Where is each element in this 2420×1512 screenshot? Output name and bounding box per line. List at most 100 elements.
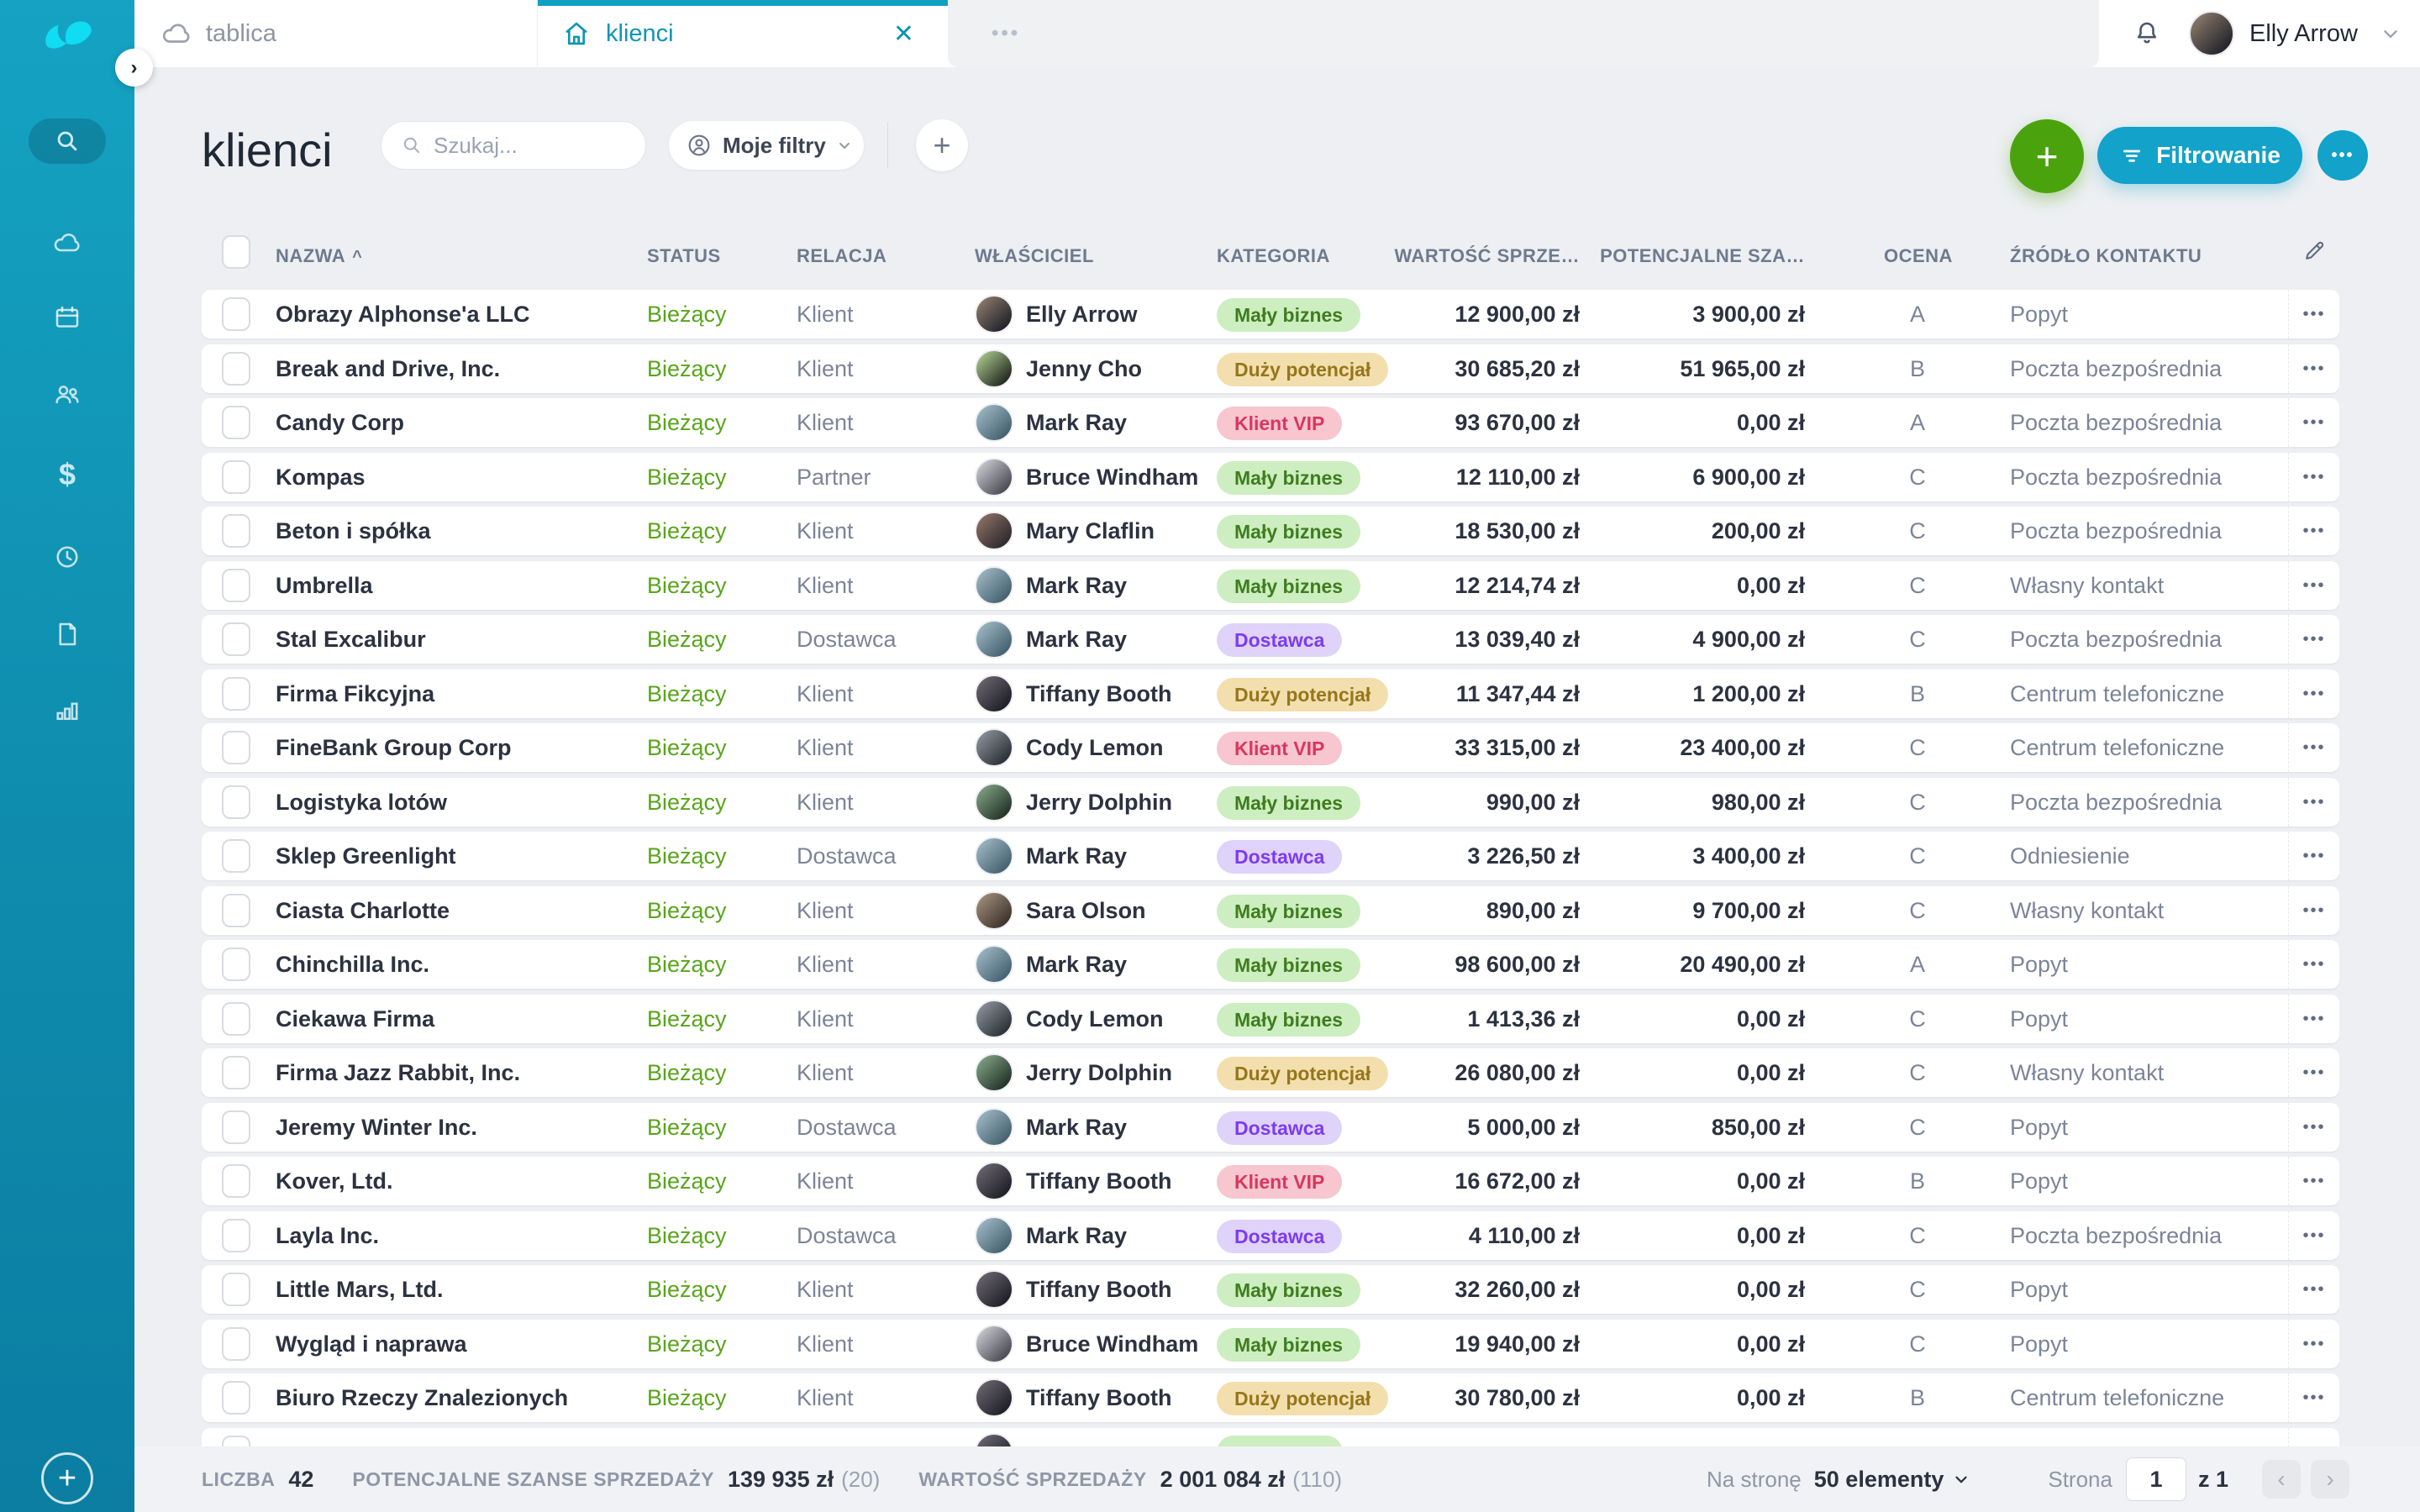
table-row[interactable]: Firma Jazz Rabbit, Inc.BieżącyKlientJerr… <box>202 1048 2339 1097</box>
next-page-button[interactable]: › <box>2311 1460 2349 1499</box>
row-menu-button[interactable]: ••• <box>2289 561 2339 610</box>
sidebar-item-calendar[interactable] <box>0 297 134 338</box>
client-name[interactable]: Break and Drive, Inc. <box>276 344 637 393</box>
row-menu-button[interactable]: ••• <box>2289 1103 2339 1152</box>
column-header-ocena[interactable]: OCENA <box>1884 245 1951 267</box>
column-header-relacja[interactable]: RELACJA <box>797 245 886 267</box>
row-menu-button[interactable]: ••• <box>2289 1373 2339 1422</box>
client-name[interactable]: Obrazy Alphonse'a LLC <box>276 290 637 339</box>
page-number-input[interactable] <box>2126 1457 2186 1501</box>
sidebar-add-button[interactable]: + <box>41 1452 93 1504</box>
row-checkbox[interactable] <box>222 1436 250 1447</box>
more-actions-button[interactable]: ••• <box>2317 130 2368 181</box>
row-checkbox[interactable] <box>222 622 250 656</box>
my-filters-button[interactable]: Moje filtry <box>669 121 864 170</box>
close-icon[interactable]: ✕ <box>893 19 914 49</box>
row-checkbox[interactable] <box>222 948 250 981</box>
add-client-button[interactable]: + <box>2010 119 2084 193</box>
row-menu-button[interactable]: ••• <box>2289 832 2339 880</box>
row-checkbox[interactable] <box>222 406 250 439</box>
row-menu-button[interactable]: ••• <box>2289 290 2339 339</box>
table-row[interactable]: Layla Inc.BieżącyDostawcaMark RayDostawc… <box>202 1211 2339 1260</box>
sidebar-item-time[interactable] <box>0 537 134 577</box>
column-header-kategoria[interactable]: KATEGORIA <box>1217 245 1330 267</box>
client-name[interactable]: FineBank Group Corp <box>276 723 637 772</box>
row-checkbox[interactable] <box>222 1219 250 1252</box>
row-checkbox[interactable] <box>222 352 250 386</box>
row-checkbox[interactable] <box>222 785 250 819</box>
table-row[interactable]: UmbrellaBieżącyKlientMark RayMały biznes… <box>202 561 2339 610</box>
table-row[interactable]: Ciekawa FirmaBieżącyKlientCody LemonMały… <box>202 995 2339 1043</box>
table-row[interactable]: Stal ExcaliburBieżącyDostawcaMark RayDos… <box>202 615 2339 664</box>
sidebar-search-button[interactable] <box>29 118 106 164</box>
client-name[interactable]: Logistyka lotów <box>276 778 637 827</box>
row-menu-button[interactable]: ••• <box>2289 1157 2339 1205</box>
row-menu-button[interactable]: ••• <box>2289 1265 2339 1314</box>
row-checkbox[interactable] <box>222 1164 250 1198</box>
row-menu-button[interactable]: ••• <box>2289 778 2339 827</box>
client-name[interactable]: Candy Corp <box>276 398 637 447</box>
prev-page-button[interactable]: ‹ <box>2262 1460 2301 1499</box>
client-name[interactable]: Biuro Rzeczy Znalezionych <box>276 1373 637 1422</box>
tab-klienci[interactable]: klienci ✕ <box>538 0 948 67</box>
row-checkbox[interactable] <box>222 297 250 331</box>
search-input[interactable] <box>434 133 618 159</box>
row-checkbox[interactable] <box>222 460 250 494</box>
table-row[interactable]: Break and Drive, Inc.BieżącyKlientJenny … <box>202 344 2339 393</box>
row-checkbox[interactable] <box>222 1056 250 1089</box>
client-name[interactable]: Beton i spółka <box>276 507 637 555</box>
row-menu-button[interactable]: ••• <box>2289 995 2339 1043</box>
row-checkbox[interactable] <box>222 677 250 711</box>
client-name[interactable] <box>276 1428 637 1447</box>
row-checkbox[interactable] <box>222 1327 250 1361</box>
row-menu-button[interactable]: ••• <box>2289 1320 2339 1368</box>
row-checkbox[interactable] <box>222 1002 250 1036</box>
client-name[interactable]: Jeremy Winter Inc. <box>276 1103 637 1152</box>
column-header-wlasciciel[interactable]: WŁAŚCICIEL <box>975 245 1094 267</box>
table-row[interactable]: Jeremy Winter Inc.BieżącyDostawcaMark Ra… <box>202 1103 2339 1152</box>
table-row[interactable]: KompasBieżącyPartnerBruce WindhamMały bi… <box>202 453 2339 501</box>
row-menu-button[interactable]: ••• <box>2289 453 2339 501</box>
client-name[interactable]: Firma Jazz Rabbit, Inc. <box>276 1048 637 1097</box>
chevron-down-icon[interactable] <box>2380 23 2402 45</box>
client-name[interactable]: Little Mars, Ltd. <box>276 1265 637 1314</box>
filter-button[interactable]: Filtrowanie <box>2097 127 2302 184</box>
client-name[interactable]: Stal Excalibur <box>276 615 637 664</box>
column-header-zrodlo[interactable]: ŹRÓDŁO KONTAKTU <box>2010 245 2202 267</box>
row-menu-button[interactable]: ••• <box>2289 615 2339 664</box>
client-name[interactable]: Kover, Ltd. <box>276 1157 637 1205</box>
row-checkbox[interactable] <box>222 569 250 602</box>
column-header-potencjalne[interactable]: POTENCJALNE SZA… <box>1588 245 1805 267</box>
client-name[interactable]: Sklep Greenlight <box>276 832 637 880</box>
row-menu-button[interactable]: ••• <box>2289 1428 2339 1447</box>
table-row[interactable]: Candy CorpBieżącyKlientMark RayKlient VI… <box>202 398 2339 447</box>
row-checkbox[interactable] <box>222 1381 250 1415</box>
table-row[interactable]: Chinchilla Inc.BieżącyKlientMark RayMały… <box>202 940 2339 989</box>
column-header-wartosc[interactable]: WARTOŚĆ SPRZE… <box>1361 245 1580 267</box>
sidebar-item-documents[interactable] <box>0 614 134 654</box>
tab-strip-overflow[interactable]: ••• <box>948 0 2099 67</box>
row-menu-button[interactable]: ••• <box>2289 669 2339 718</box>
edit-columns-button[interactable] <box>2289 239 2339 268</box>
row-checkbox[interactable] <box>222 1110 250 1144</box>
user-avatar[interactable] <box>2189 11 2234 56</box>
row-menu-button[interactable]: ••• <box>2289 344 2339 393</box>
row-menu-button[interactable]: ••• <box>2289 507 2339 555</box>
table-row[interactable]: Little Mars, Ltd.BieżącyKlientTiffany Bo… <box>202 1265 2339 1314</box>
table-row[interactable]: Obrazy Alphonse'a LLCBieżącyKlientElly A… <box>202 290 2339 339</box>
sidebar-item-dashboard[interactable] <box>0 223 134 263</box>
client-name[interactable]: Umbrella <box>276 561 637 610</box>
table-row[interactable]: ••• <box>202 1428 2339 1447</box>
column-header-status[interactable]: STATUS <box>647 245 721 267</box>
client-name[interactable]: Kompas <box>276 453 637 501</box>
table-row[interactable]: Biuro Rzeczy ZnalezionychBieżącyKlientTi… <box>202 1373 2339 1422</box>
add-filter-button[interactable]: + <box>916 119 968 171</box>
tab-tablica[interactable]: tablica <box>143 0 538 67</box>
row-menu-button[interactable]: ••• <box>2289 723 2339 772</box>
sidebar-item-finance[interactable]: $ <box>0 454 134 495</box>
row-menu-button[interactable]: ••• <box>2289 886 2339 935</box>
row-checkbox[interactable] <box>222 1273 250 1306</box>
client-name[interactable]: Ciasta Charlotte <box>276 886 637 935</box>
client-name[interactable]: Wygląd i naprawa <box>276 1320 637 1368</box>
row-menu-button[interactable]: ••• <box>2289 940 2339 989</box>
